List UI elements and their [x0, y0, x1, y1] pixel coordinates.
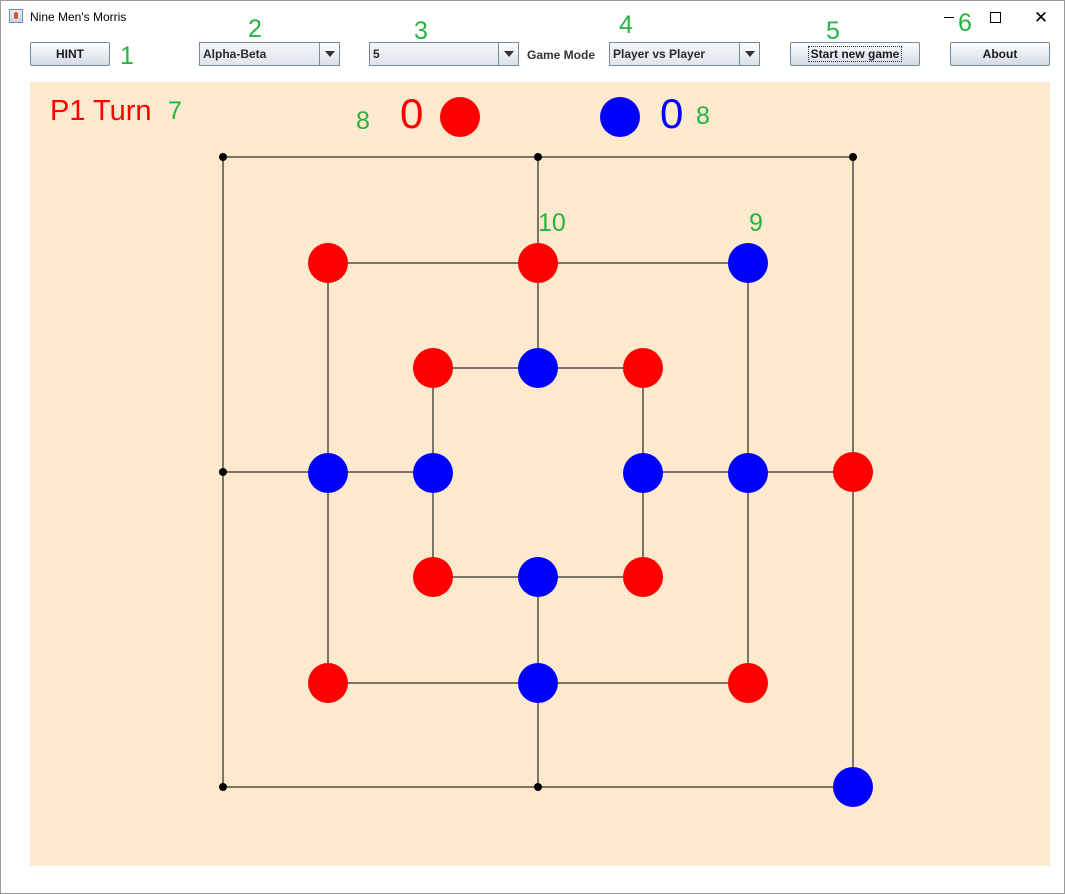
- annotation-hint: 1: [120, 42, 134, 70]
- board-point-outer-top-left[interactable]: [219, 153, 227, 161]
- annotation-piece: 9: [749, 209, 763, 237]
- red-piece-middle-bottom-right[interactable]: [728, 663, 768, 703]
- blue-piece-inner-top-middle[interactable]: [518, 348, 558, 388]
- red-piece-middle-bottom-left[interactable]: [308, 663, 348, 703]
- annotation-about: 6: [958, 9, 972, 37]
- blue-piece-middle-middle-left[interactable]: [308, 453, 348, 493]
- turn-indicator: P1 Turn: [50, 95, 152, 127]
- board-points: [219, 153, 873, 807]
- red-piece-inner-top-right[interactable]: [623, 348, 663, 388]
- board-point-outer-middle-left[interactable]: [219, 468, 227, 476]
- annotation-game-mode: 4: [619, 11, 633, 39]
- red-piece-middle-top-left[interactable]: [308, 243, 348, 283]
- red-piece-inner-bottom-left[interactable]: [413, 557, 453, 597]
- red-piece-inner-top-left[interactable]: [413, 348, 453, 388]
- board-point-outer-top-middle[interactable]: [534, 153, 542, 161]
- blue-piece-outer-bottom-right[interactable]: [833, 767, 873, 807]
- annotation-algorithm: 2: [248, 15, 262, 43]
- annotation-depth: 3: [414, 17, 428, 45]
- board-point-outer-bottom-middle[interactable]: [534, 783, 542, 791]
- player2-piece-icon: [600, 97, 640, 137]
- annotation-turn: 7: [168, 97, 182, 125]
- blue-piece-inner-middle-left[interactable]: [413, 453, 453, 493]
- board-point-outer-top-right[interactable]: [849, 153, 857, 161]
- blue-piece-middle-top-right[interactable]: [728, 243, 768, 283]
- player1-piece-icon: [440, 97, 480, 137]
- blue-piece-middle-middle-right[interactable]: [728, 453, 768, 493]
- player2-score: 0: [660, 90, 684, 137]
- game-board[interactable]: [0, 0, 1065, 894]
- inner-square: [432, 367, 644, 578]
- board-point-outer-bottom-left[interactable]: [219, 783, 227, 791]
- annotation-empty-point: 10: [538, 209, 566, 237]
- annotation-score-right: 8: [696, 102, 710, 130]
- blue-piece-inner-bottom-middle[interactable]: [518, 557, 558, 597]
- blue-piece-middle-bottom-middle[interactable]: [518, 663, 558, 703]
- red-piece-inner-bottom-right[interactable]: [623, 557, 663, 597]
- red-piece-outer-middle-right[interactable]: [833, 452, 873, 492]
- red-piece-middle-top-middle[interactable]: [518, 243, 558, 283]
- annotation-start: 5: [826, 17, 840, 45]
- annotation-score-left: 8: [356, 107, 370, 135]
- player1-score: 0: [400, 90, 424, 137]
- blue-piece-inner-middle-right[interactable]: [623, 453, 663, 493]
